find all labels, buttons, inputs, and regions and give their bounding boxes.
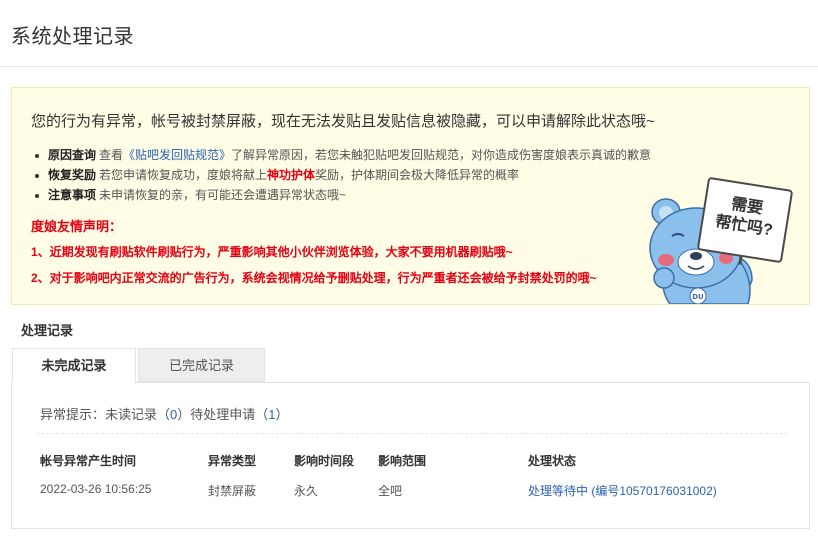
record-scope: 全吧 — [378, 484, 403, 498]
record-type: 封禁屏蔽 — [208, 484, 257, 498]
records-panel: 异常提示：未读记录（0）待处理申请（1） 帐号异常产生时间 异常类型 影响时间段… — [11, 382, 810, 529]
column-header-status: 处理状态 — [528, 454, 577, 468]
notice-reasons-list: 原因查询 查看《贴吧发回贴规范》了解异常原因，若您未触犯贴吧发回贴规范，对你造成伤… — [33, 145, 651, 205]
records-hint: 异常提示：未读记录（0）待处理申请（1） — [40, 404, 289, 423]
column-header-duration: 影响时间段 — [294, 454, 355, 468]
declaration-title: 度娘友情声明： — [31, 219, 123, 234]
reason-text: 若您申请恢复成功，度娘将献上 — [99, 168, 268, 182]
record-time: 2022-03-26 10:56:25 — [40, 482, 152, 496]
reason-text: 查看 — [99, 148, 124, 162]
divider — [36, 433, 788, 434]
svg-text:DU: DU — [692, 293, 704, 301]
column-header-type: 异常类型 — [208, 454, 257, 468]
record-duration: 永久 — [294, 484, 319, 498]
page-title: 系统处理记录 — [11, 26, 134, 48]
notice-headline: 您的行为有异常，帐号被封禁屏蔽，现在无法发贴且发贴信息被隐藏，可以申请解除此状态… — [31, 113, 655, 130]
page-header: 系统处理记录 — [0, 0, 818, 67]
column-header-time: 帐号异常产生时间 — [40, 454, 137, 468]
reason-item-reward: 恢复奖励 若您申请恢复成功，度娘将献上神功护体奖励，护体期间会极大降低异常的概率 — [33, 165, 651, 185]
declaration-line: 1、近期发现有刷贴软件刷贴行为，严重影响其他小伙伴浏览体验，大家不要用机器刷贴哦… — [31, 245, 513, 259]
reason-text: 奖励，护体期间会极大降低异常的概率 — [315, 168, 520, 182]
help-sign[interactable]: 需要 帮忙吗? — [696, 176, 794, 264]
reason-label: 原因查询 — [48, 148, 97, 162]
declaration-line: 2、对于影响吧内正常交流的广告行为，系统会视情况给予删贴处理，行为严重者还会被给… — [31, 271, 597, 285]
record-status-link[interactable]: 处理等待中 (编号10570176031002) — [528, 482, 717, 499]
rules-link[interactable]: 《贴吧发回贴规范》 — [123, 148, 231, 162]
reason-text: 未申请恢复的亲，有可能还会遭遇异常状态哦~ — [99, 188, 347, 202]
hint-text: 异常提示：未读记录（ — [40, 407, 171, 422]
reward-highlight: 神功护体 — [267, 168, 316, 182]
reason-label: 注意事项 — [48, 188, 97, 202]
pending-count[interactable]: 1 — [268, 407, 275, 422]
reason-item-query: 原因查询 查看《贴吧发回贴规范》了解异常原因，若您未触犯贴吧发回贴规范，对你造成伤… — [33, 145, 651, 165]
reason-text: 了解异常原因，若您未触犯贴吧发回贴规范，对你造成伤害度娘表示真诚的歉意 — [231, 148, 652, 162]
reason-label: 恢复奖励 — [48, 168, 97, 182]
records-section-title: 处理记录 — [21, 323, 74, 338]
hint-text: ）待处理申请（ — [177, 407, 269, 422]
tab-completed-records[interactable]: 已完成记录 — [138, 348, 265, 382]
tab-incomplete-records[interactable]: 未完成记录 — [12, 348, 136, 383]
reason-item-notes: 注意事项 未申请恢复的亲，有可能还会遭遇异常状态哦~ — [33, 185, 651, 205]
hint-text: ） — [275, 407, 289, 422]
column-header-scope: 影响范围 — [378, 454, 427, 468]
